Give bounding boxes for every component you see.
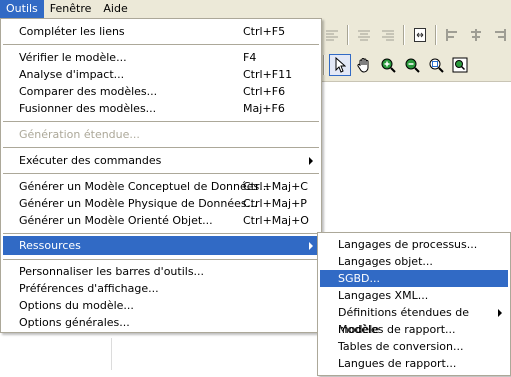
menu-aide[interactable]: Aide <box>97 0 133 18</box>
menu-separator <box>3 44 319 45</box>
menu-item-generer-moo[interactable]: Générer un Modèle Orienté Objet... Ctrl+… <box>3 211 319 230</box>
submenu-item-langues-rapport[interactable]: Langues de rapport... <box>320 355 508 372</box>
menu-item-label: Compléter les liens <box>19 25 125 38</box>
align-right-icon[interactable] <box>377 24 399 46</box>
menu-separator <box>3 173 319 174</box>
canvas-guide-line <box>111 338 112 370</box>
submenu-item-modeles-rapport[interactable]: Modèles de rapport... <box>320 321 508 338</box>
menu-item-label: Générer un Modèle Orienté Objet... <box>19 214 213 227</box>
zoom-out-icon[interactable] <box>401 54 423 76</box>
zoom-in-icon[interactable] <box>377 54 399 76</box>
toolbar-separator <box>323 55 325 75</box>
menu-item-ressources[interactable]: Ressources <box>3 236 319 255</box>
menu-item-fusionner-modeles[interactable]: Fusionner des modèles... Maj+F6 <box>3 99 319 118</box>
toolbar-view <box>320 52 472 78</box>
submenu-item-label: SGBD... <box>338 272 381 285</box>
align-bottom-icon[interactable] <box>489 24 511 46</box>
menu-item-label: Génération étendue... <box>19 128 140 141</box>
submenu-item-langages-objet[interactable]: Langages objet... <box>320 253 508 270</box>
menu-separator <box>3 233 319 234</box>
menu-item-options-generales[interactable]: Options générales... <box>3 313 319 332</box>
align-top-icon[interactable] <box>441 24 463 46</box>
submenu-item-definitions-etendues[interactable]: Définitions étendues de modèle <box>320 304 508 336</box>
submenu-item-tables-conversion[interactable]: Tables de conversion... <box>320 338 508 355</box>
outils-menu: Compléter les liens Ctrl+F5 Vérifier le … <box>0 18 322 333</box>
align-center-icon[interactable] <box>353 24 375 46</box>
menu-separator <box>3 147 319 148</box>
menu-outils[interactable]: Outils <box>0 0 44 18</box>
submenu-arrow-icon <box>309 157 313 165</box>
distribute-icon[interactable] <box>465 24 487 46</box>
menu-item-shortcut: Maj+F6 <box>243 102 285 115</box>
menu-item-executer-commandes[interactable]: Exécuter des commandes <box>3 151 319 170</box>
align-left-icon[interactable] <box>321 24 343 46</box>
submenu-arrow-icon <box>498 309 502 317</box>
submenu-item-sgbd[interactable]: SGBD... <box>320 270 508 287</box>
submenu-item-label: Langages objet... <box>338 255 433 268</box>
menu-fenetre[interactable]: Fenêtre <box>44 0 98 18</box>
hand-icon[interactable] <box>353 54 375 76</box>
menu-item-label: Options générales... <box>19 316 130 329</box>
submenu-item-label: Tables de conversion... <box>338 340 464 353</box>
menu-item-shortcut: Ctrl+F5 <box>243 25 286 38</box>
toolbar-area <box>320 18 511 82</box>
menu-item-label: Fusionner des modèles... <box>19 102 157 115</box>
menu-separator <box>3 121 319 122</box>
toolbar-separator <box>347 25 349 45</box>
submenu-item-label: Modèles de rapport... <box>338 323 456 336</box>
toolbar-format <box>320 22 511 48</box>
submenu-item-langages-processus[interactable]: Langages de processus... <box>320 236 508 253</box>
submenu-item-label: Langages XML... <box>338 289 429 302</box>
submenu-item-label: Langages de processus... <box>338 238 478 251</box>
submenu-item-langages-xml[interactable]: Langages XML... <box>320 287 508 304</box>
menubar: Outils Fenêtre Aide <box>0 0 511 18</box>
pointer-icon[interactable] <box>329 54 351 76</box>
zoom-window-icon[interactable] <box>425 54 447 76</box>
menu-item-label: Exécuter des commandes <box>19 154 162 167</box>
fit-page-icon[interactable] <box>409 24 431 46</box>
submenu-arrow-icon <box>309 242 313 250</box>
toolbar-separator <box>435 25 437 45</box>
ressources-submenu: Langages de processus... Langages objet.… <box>317 232 511 376</box>
menu-item-shortcut: Ctrl+Maj+O <box>243 214 309 227</box>
toolbar-separator <box>403 25 405 45</box>
menu-item-label: Ressources <box>19 239 81 252</box>
zoom-fit-icon[interactable] <box>449 54 471 76</box>
menu-item-generation-etendue: Génération étendue... <box>3 125 319 144</box>
menu-separator <box>3 259 319 260</box>
submenu-item-label: Langues de rapport... <box>338 357 457 370</box>
menu-item-completer-liens[interactable]: Compléter les liens Ctrl+F5 <box>3 22 319 41</box>
